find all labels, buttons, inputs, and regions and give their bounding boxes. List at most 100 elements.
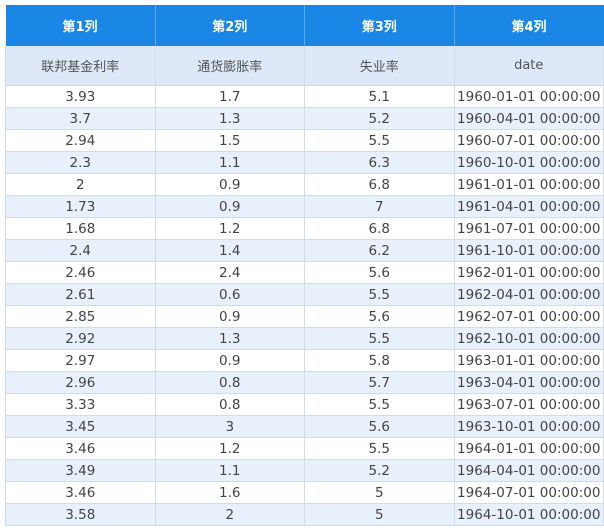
table-cell: 3.49 — [5, 459, 156, 482]
column-header[interactable]: 第1列 — [5, 5, 156, 46]
table-cell: 1963-01-01 00:00:00 — [454, 349, 604, 372]
table-cell: 0.9 — [155, 305, 305, 328]
table-cell: 5.5 — [304, 437, 455, 460]
table-cell: 0.6 — [155, 283, 305, 306]
table-cell: 1960-04-01 00:00:00 — [454, 107, 604, 130]
table-cell: 2.46 — [5, 261, 156, 284]
column-header[interactable]: 第4列 — [454, 5, 604, 46]
table-cell: 1962-04-01 00:00:00 — [454, 283, 604, 306]
table-cell: 1.4 — [155, 239, 305, 262]
table-cell: 6.2 — [304, 239, 455, 262]
table-row: 2.97 0.9 5.8 1963-01-01 00:00:00 — [5, 349, 604, 372]
table-cell: 2.92 — [5, 327, 156, 350]
table-row: 2.61 0.6 5.5 1962-04-01 00:00:00 — [5, 283, 604, 306]
table-cell: 1962-10-01 00:00:00 — [454, 327, 604, 350]
table-cell: 0.9 — [155, 173, 305, 196]
column-header[interactable]: 第3列 — [304, 5, 455, 46]
table-cell: 1963-10-01 00:00:00 — [454, 415, 604, 438]
table-cell: 1961-10-01 00:00:00 — [454, 239, 604, 262]
table-row: 3.46 1.2 5.5 1964-01-01 00:00:00 — [5, 437, 604, 460]
table-row: 2.85 0.9 5.6 1962-07-01 00:00:00 — [5, 305, 604, 328]
table-cell: 1.3 — [155, 107, 305, 130]
table-cell: 1.5 — [155, 129, 305, 152]
column-header[interactable]: 第2列 — [155, 5, 305, 46]
table-cell: 5.6 — [304, 415, 455, 438]
table-cell: 5.5 — [304, 129, 455, 152]
table-cell: 5.1 — [304, 85, 455, 108]
table-row: 3.7 1.3 5.2 1960-04-01 00:00:00 — [5, 107, 604, 130]
subheader-cell: 失业率 — [304, 46, 455, 86]
table-cell: 1963-07-01 00:00:00 — [454, 393, 604, 416]
table-cell: 5.5 — [304, 327, 455, 350]
table-row: 3.46 1.6 5 1964-07-01 00:00:00 — [5, 481, 604, 504]
table-cell: 0.9 — [155, 349, 305, 372]
table-cell: 2.4 — [5, 239, 156, 262]
table-row: 2.3 1.1 6.3 1960-10-01 00:00:00 — [5, 151, 604, 174]
table-cell: 3.7 — [5, 107, 156, 130]
table-cell: 3.46 — [5, 481, 156, 504]
table-cell: 1.73 — [5, 195, 156, 218]
table-cell: 1961-04-01 00:00:00 — [454, 195, 604, 218]
table-row: 3.33 0.8 5.5 1963-07-01 00:00:00 — [5, 393, 604, 416]
table-row: 2.96 0.8 5.7 1963-04-01 00:00:00 — [5, 371, 604, 394]
table-cell: 1964-04-01 00:00:00 — [454, 459, 604, 482]
subheader-row: 联邦基金利率 通货膨胀率 失业率 date — [5, 46, 604, 86]
table-cell: 1962-01-01 00:00:00 — [454, 261, 604, 284]
table-cell: 1960-01-01 00:00:00 — [454, 85, 604, 108]
table-cell: 0.8 — [155, 371, 305, 394]
table-cell: 2.96 — [5, 371, 156, 394]
table-cell: 5.5 — [304, 393, 455, 416]
table-cell: 5.5 — [304, 283, 455, 306]
table-cell: 1960-07-01 00:00:00 — [454, 129, 604, 152]
table-cell: 2.61 — [5, 283, 156, 306]
table-cell: 6.8 — [304, 173, 455, 196]
table-cell: 5.2 — [304, 459, 455, 482]
table-cell: 1.3 — [155, 327, 305, 350]
table-cell: 2 — [5, 173, 156, 196]
table-row: 3.49 1.1 5.2 1964-04-01 00:00:00 — [5, 459, 604, 482]
table-cell: 1.1 — [155, 459, 305, 482]
table-cell: 1961-01-01 00:00:00 — [454, 173, 604, 196]
table-cell: 5.2 — [304, 107, 455, 130]
table-cell: 3 — [155, 415, 305, 438]
table-cell: 2.97 — [5, 349, 156, 372]
table-cell: 7 — [304, 195, 455, 218]
table-cell: 5 — [304, 481, 455, 504]
table-row: 2 0.9 6.8 1961-01-01 00:00:00 — [5, 173, 604, 196]
table-cell: 1962-07-01 00:00:00 — [454, 305, 604, 328]
table-cell: 5.6 — [304, 261, 455, 284]
table-row: 1.73 0.9 7 1961-04-01 00:00:00 — [5, 195, 604, 218]
table-cell: 1.7 — [155, 85, 305, 108]
table-row: 2.92 1.3 5.5 1962-10-01 00:00:00 — [5, 327, 604, 350]
table-cell: 2.94 — [5, 129, 156, 152]
table-cell: 1.2 — [155, 217, 305, 240]
table-cell: 1.6 — [155, 481, 305, 504]
table-row: 1.68 1.2 6.8 1961-07-01 00:00:00 — [5, 217, 604, 240]
table-cell: 5.6 — [304, 305, 455, 328]
table-cell: 5.8 — [304, 349, 455, 372]
table-row: 2.46 2.4 5.6 1962-01-01 00:00:00 — [5, 261, 604, 284]
data-table: 第1列 第2列 第3列 第4列 联邦基金利率 通货膨胀率 失业率 date 3.… — [5, 5, 604, 526]
table-cell: 1964-01-01 00:00:00 — [454, 437, 604, 460]
subheader-cell: 通货膨胀率 — [155, 46, 305, 86]
table-cell: 2.3 — [5, 151, 156, 174]
table-cell: 1964-07-01 00:00:00 — [454, 481, 604, 504]
table-cell: 1964-10-01 00:00:00 — [454, 503, 604, 526]
table-cell: 2.4 — [155, 261, 305, 284]
table-cell: 2 — [155, 503, 305, 526]
table-cell: 5 — [304, 503, 455, 526]
table-cell: 0.8 — [155, 393, 305, 416]
table-cell: 3.45 — [5, 415, 156, 438]
table-cell: 3.33 — [5, 393, 156, 416]
table-cell: 3.58 — [5, 503, 156, 526]
table-cell: 1961-07-01 00:00:00 — [454, 217, 604, 240]
table-row: 3.45 3 5.6 1963-10-01 00:00:00 — [5, 415, 604, 438]
header-row: 第1列 第2列 第3列 第4列 — [5, 5, 604, 46]
table-cell: 1963-04-01 00:00:00 — [454, 371, 604, 394]
table-cell: 6.8 — [304, 217, 455, 240]
table-row: 3.58 2 5 1964-10-01 00:00:00 — [5, 503, 604, 526]
subheader-cell: date — [454, 46, 604, 86]
table-row: 2.94 1.5 5.5 1960-07-01 00:00:00 — [5, 129, 604, 152]
table-cell: 1.2 — [155, 437, 305, 460]
table-cell: 5.7 — [304, 371, 455, 394]
